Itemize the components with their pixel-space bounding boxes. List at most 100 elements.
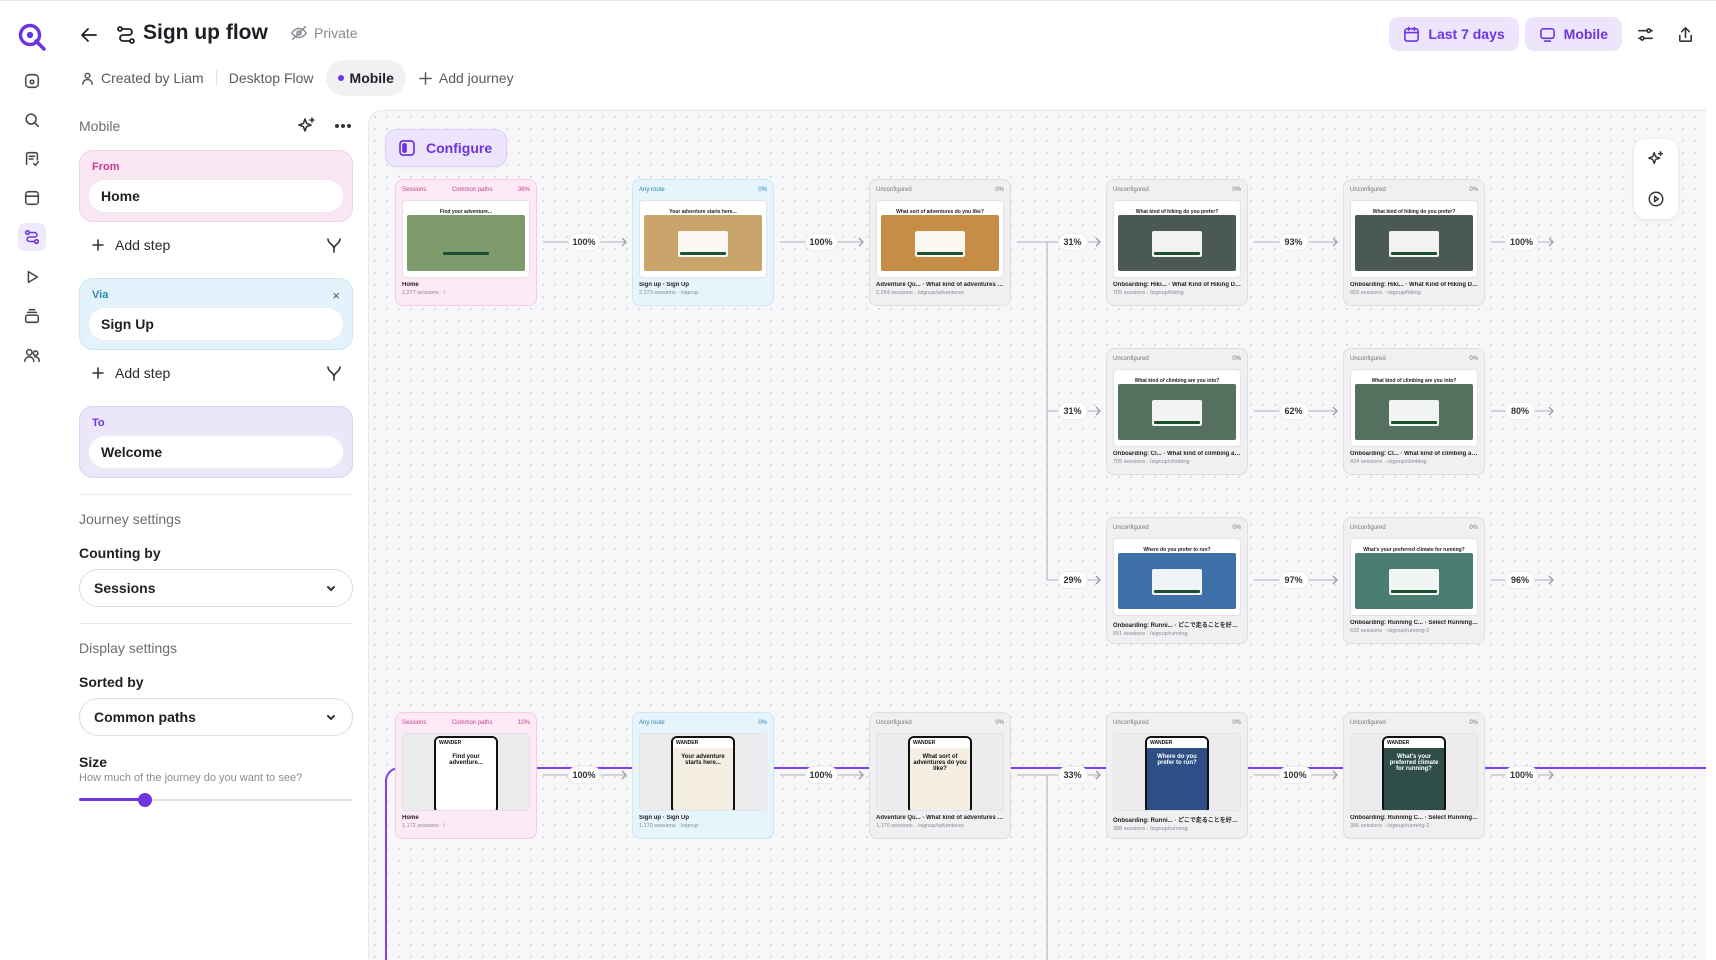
journey-step-card[interactable]: Unconfigured 0% Where do you prefer to run… — [1106, 517, 1248, 644]
card-sort-label: Common paths — [451, 720, 493, 726]
card-meta: Any route 0% — [639, 184, 767, 196]
conversion-percent: 80% — [1506, 403, 1534, 419]
journey-step-card[interactable]: Unconfigured 0% What kind of hiking do you… — [1343, 179, 1485, 306]
add-journey-button[interactable]: Add journey — [406, 60, 526, 96]
conversion-percent: 33% — [1058, 767, 1087, 783]
card-sort-label: Common paths — [451, 187, 493, 193]
card-type-label: Unconfigured — [1350, 525, 1386, 531]
branch-icon[interactable] — [325, 364, 343, 382]
journey-step-card[interactable]: Sessions Common paths 10% WANDER Find your a… — [395, 712, 537, 839]
card-type-label: Unconfigured — [1113, 720, 1149, 726]
thumbnail-button — [680, 252, 726, 255]
back-arrow-icon[interactable] — [78, 24, 100, 46]
journey-step-card[interactable]: Unconfigured 0% WANDER What sort of adventu… — [869, 712, 1011, 839]
device-button[interactable]: Mobile — [1524, 17, 1622, 51]
page-screenshot-thumbnail: WANDER What's your preferred climate for … — [1350, 733, 1478, 811]
card-dropoff-pct: 0% — [995, 187, 1004, 193]
journey-step-card[interactable]: Unconfigured 0% WANDER Where do you prefer … — [1106, 712, 1248, 839]
card-title: Onboarding: Hiki... · What Kind of Hikin… — [1113, 282, 1241, 288]
filters-icon[interactable] — [1628, 17, 1662, 51]
play-icon[interactable] — [1647, 190, 1665, 208]
tab-desktop-flow[interactable]: Desktop Flow — [217, 60, 326, 96]
date-range-button[interactable]: Last 7 days — [1389, 17, 1519, 51]
conversion-percent: 100% — [1279, 767, 1311, 783]
sorted-by-value: Common paths — [94, 709, 196, 725]
thumbnail-heading: What kind of hiking do you prefer? — [1135, 209, 1219, 215]
counting-by-value: Sessions — [94, 580, 156, 596]
counting-by-select[interactable]: Sessions — [79, 569, 353, 607]
card-sessions: 388 sessions · /signup/running — [1113, 826, 1188, 832]
card-meta: Unconfigured 0% — [876, 184, 1004, 196]
journey-step-card[interactable]: Sessions Common paths 36% Find your adventu… — [395, 179, 537, 306]
journey-settings-title: Journey settings — [79, 511, 181, 527]
more-icon[interactable] — [333, 116, 353, 136]
tab-created-by[interactable]: Created by Liam — [78, 60, 216, 96]
branch-icon[interactable] — [325, 236, 343, 254]
add-step-button[interactable]: Add step — [89, 364, 170, 382]
card-dropoff-pct: 0% — [1469, 720, 1478, 726]
thumbnail-button — [1154, 421, 1200, 424]
card-type-label: Sessions — [402, 720, 427, 726]
via-label: Via — [92, 289, 109, 301]
phone-frame: WANDER Find your adventure... — [434, 736, 498, 810]
journey-step-card[interactable]: Unconfigured 0% What's your preferred clim… — [1343, 517, 1485, 644]
journey-step-card[interactable]: Unconfigured 0% What kind of climbing are … — [1343, 348, 1485, 475]
dashboards-nav-icon[interactable] — [18, 184, 46, 212]
size-slider[interactable] — [79, 792, 353, 808]
journeys-nav-icon[interactable] — [18, 223, 46, 251]
page-screenshot-thumbnail: What kind of hiking do you prefer? — [1350, 200, 1478, 278]
card-meta: Sessions Common paths 36% — [402, 184, 530, 196]
home-nav-icon[interactable] — [18, 67, 46, 95]
tab-mobile[interactable]: Mobile — [325, 60, 406, 96]
flow-icon — [116, 25, 136, 45]
close-icon[interactable]: × — [332, 288, 340, 303]
sparkles-icon[interactable] — [297, 116, 317, 136]
to-input[interactable]: Welcome — [88, 435, 344, 469]
to-step: To Welcome — [79, 406, 353, 478]
app-logo-icon[interactable] — [17, 22, 47, 52]
page-screenshot-thumbnail: What kind of hiking do you prefer? — [1113, 200, 1241, 278]
plus-icon — [92, 367, 104, 379]
card-dropoff-pct: 0% — [1232, 356, 1241, 362]
journey-step-card[interactable]: Unconfigured 0% What kind of climbing are … — [1106, 348, 1248, 475]
from-input[interactable]: Home — [88, 179, 344, 213]
thumbnail-heading: Find your adventure... — [449, 754, 483, 766]
page-title: Sign up flow — [143, 21, 268, 44]
journey-step-card[interactable]: Any route 0% Your adventure starts here...… — [632, 179, 774, 306]
card-meta: Unconfigured 0% — [1113, 717, 1241, 729]
via-step: Via × Sign Up — [79, 278, 353, 350]
search-nav-icon[interactable] — [18, 106, 46, 134]
card-sessions: 632 sessions · /signup/running-2 — [1350, 628, 1430, 634]
privacy-toggle[interactable]: Private — [290, 24, 358, 42]
card-sessions: 2,273 sessions · /signup — [639, 290, 699, 296]
share-icon[interactable] — [1668, 17, 1702, 51]
configure-button[interactable]: Configure — [385, 129, 508, 167]
card-type-label: Unconfigured — [1350, 187, 1386, 193]
sparkles-icon[interactable] — [1647, 150, 1665, 168]
thumbnail-heading: What sort of adventures do you like? — [896, 209, 984, 215]
slider-handle[interactable] — [137, 793, 152, 807]
panel-label: Mobile — [79, 118, 121, 134]
journey-canvas[interactable]: Sessions Common paths 36% Find your adventu… — [368, 110, 1706, 960]
sorted-by-select[interactable]: Common paths — [79, 698, 353, 736]
insights-nav-icon[interactable] — [18, 145, 46, 173]
phone-frame: WANDER Where do you prefer to run? — [1145, 736, 1209, 810]
thumbnail-heading: Find your adventure... — [439, 209, 493, 215]
eye-off-icon — [290, 25, 308, 41]
card-dropoff-pct: 0% — [1232, 720, 1241, 726]
journey-step-card[interactable]: Any route 0% WANDER Your adventure starts h… — [632, 712, 774, 839]
card-type-label: Sessions — [402, 187, 427, 193]
journey-step-card[interactable]: Unconfigured 0% WANDER What's your preferre… — [1343, 712, 1485, 839]
journey-step-card[interactable]: Unconfigured 0% What sort of adventures do… — [869, 179, 1011, 306]
data-nav-icon[interactable] — [18, 302, 46, 330]
to-label: To — [92, 417, 105, 429]
add-step-button[interactable]: Add step — [89, 236, 170, 254]
brand-logo: WANDER — [910, 738, 970, 748]
card-title: Adventure Qu... · What kind of adventure… — [876, 282, 1004, 288]
journey-step-card[interactable]: Unconfigured 0% What kind of hiking do you… — [1106, 179, 1248, 306]
chevron-down-icon — [327, 586, 335, 592]
users-nav-icon[interactable] — [18, 341, 46, 369]
privacy-label: Private — [314, 25, 358, 41]
replays-nav-icon[interactable] — [18, 263, 46, 291]
via-input[interactable]: Sign Up — [88, 307, 344, 341]
